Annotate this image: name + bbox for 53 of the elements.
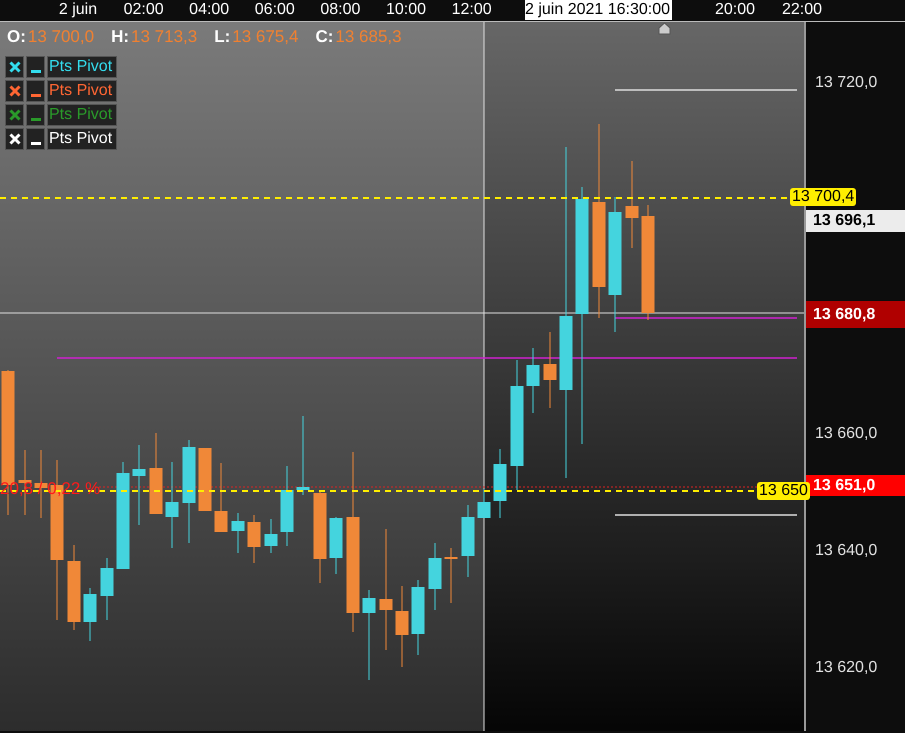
time-label: 06:00 [254,1,295,19]
indicator-label[interactable]: Pts Pivot [47,80,118,102]
price-tick-label: 13 620,0 [815,659,878,677]
minimize-icon [30,94,40,96]
candlestick [264,518,278,554]
time-label: 02:00 [124,1,164,19]
ohlc-key: L: [214,27,230,46]
ohlc-key: H: [111,27,130,46]
price-level-label: 13 650 [757,482,810,500]
minimize-icon [30,70,40,72]
candlestick [34,450,48,518]
candlestick [232,512,244,554]
ohlc-value: 13 685,3 [335,27,402,46]
candlestick [84,588,96,642]
price-tick-label: 13 720,0 [815,74,878,92]
minimize-icon [30,142,40,144]
time-label: 20:00 [714,1,756,19]
time-label: 2 juin [58,1,98,19]
candlestick [478,488,490,518]
candlestick [248,514,260,564]
indicator-label[interactable]: Pts Pivot [47,56,118,78]
candlestick [100,558,114,620]
price-marker: 13 680,8 [806,301,905,328]
price-tick-label: 13 660,0 [815,425,878,443]
ohlc-key: C: [315,27,334,46]
candlestick [214,462,228,532]
price-level-label: 13 700,4 [790,188,856,206]
minimize-icon [30,118,40,120]
candlestick [428,542,442,610]
cursor-time-label: 2 juin 2021 16:30:00 [525,0,672,20]
price-tick-label: 13 640,0 [815,542,878,560]
ohlc-value: 13 700,0 [28,27,94,46]
ohlc-value: 13 713,3 [131,27,198,46]
time-label: 04:00 [189,1,230,19]
indicator-label[interactable]: Pts Pivot [47,104,118,126]
candlestick [526,348,540,414]
candlestick [330,516,342,574]
remove-button[interactable] [5,56,24,78]
candlestick [494,448,506,518]
time-label: 08:00 [320,1,360,19]
candlestick [444,548,458,604]
price-marker: 13 651,0 [806,475,905,496]
candlestick [198,448,212,512]
minimize-button[interactable] [26,128,45,150]
time-label: 12:00 [452,1,492,19]
time-label: 10:00 [386,1,426,19]
ohlc-key: O: [7,27,26,46]
time-label: 22:00 [782,1,822,19]
indicator-label[interactable]: Pts Pivot [47,128,118,150]
minimize-button[interactable] [26,56,45,78]
price-marker: 13 696,1 [806,210,905,232]
remove-button[interactable] [5,128,24,150]
ohlc-value: 13 675,4 [232,27,298,46]
